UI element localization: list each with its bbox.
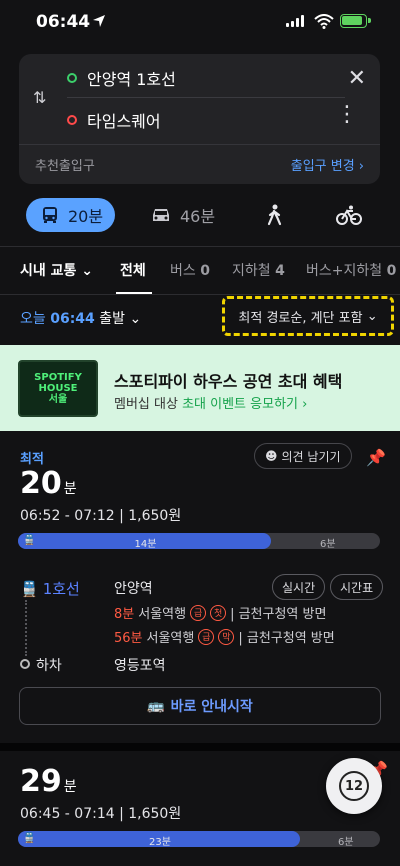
change-entrance-link[interactable]: 출입구 변경 › [291,155,364,174]
alight-station: 영등포역 [114,658,166,674]
ride-minutes: 14분 [134,539,157,550]
route-divider [67,97,345,98]
more-icon[interactable]: ⋮ [336,104,358,126]
route-input-card: ⇅ 안양역 1호선 타임스퀘어 ✕ ⋮ 추천출입구 출입구 변경 › [19,54,380,184]
alight-dot-icon [20,659,30,669]
tab-all[interactable]: 전체 [120,260,146,280]
car-time: 46분 [180,207,216,226]
timetable-button[interactable]: 시간표 [330,574,384,600]
ad-title: 스포티파이 하우스 공연 초대 혜택 [114,372,343,391]
last-train-badge: 막 [218,628,235,645]
tab-bus[interactable]: 버스 0 [170,260,210,280]
mode-transit-button[interactable]: 20분 [26,198,116,232]
route-line [25,600,27,656]
ad-subtitle: 멤버십 대상 초대 이벤트 응모하기 › [114,397,308,412]
entrance-footer: 추천출입구 출입구 변경 › [19,144,380,184]
destination-field[interactable]: 타임스퀘어 [67,108,161,132]
origin-field[interactable]: 안양역 1호선 [67,66,176,90]
divider [0,246,400,247]
boarding-station: 안양역 [114,581,153,597]
ride-minutes: 23분 [149,837,171,848]
walk-minutes: 6분 [320,539,336,550]
route-duration: 20 분 [20,466,77,501]
route-times-fare: 06:52 - 07:12 | 1,650원 [20,508,182,524]
origin-dot-icon [67,73,77,83]
tab-scope-dropdown[interactable]: 시내 교통 ⌄ [20,260,93,280]
battery-icon [340,14,371,28]
subway-icon: 🚆 [23,535,36,546]
feedback-button[interactable]: ☻ 의견 남기기 [254,443,352,469]
location-arrow-icon [93,15,105,27]
alight-label: 하차 [36,658,62,674]
express-badge: 급 [198,628,215,645]
realtime-button[interactable]: 실시간 [272,574,326,600]
sort-option-dropdown[interactable]: 최적 경로순, 계단 포함 ⌄ [222,296,394,336]
subway-icon: 🚆 [23,833,36,844]
arrival-info: 8분 서울역행 급 첫 | 금천구청역 방면 [114,603,326,622]
first-train-badge: 첫 [210,604,227,621]
swap-icon[interactable]: ⇅ [33,88,46,107]
close-icon[interactable]: ✕ [348,66,366,91]
line-label: 🚆 1호선 [20,579,80,599]
tab-bus-subway[interactable]: 버스+지하철 0 [306,260,396,280]
express-badge: 급 [190,604,207,621]
transit-time: 20분 [68,207,104,226]
destination-dot-icon [67,115,77,125]
destination-label: 타임스퀘어 [87,112,161,131]
route-duration: 29 분 [20,764,77,799]
route-times-fare: 06:45 - 07:14 | 1,650원 [20,806,182,822]
ad-banner[interactable]: SPOTIFY HOUSE 서울 스포티파이 하우스 공연 초대 혜택 멤버십 … [0,345,400,431]
bus-icon: 🚌 [147,698,165,714]
pin-icon[interactable]: 📌 [366,448,386,467]
clock-icon: 12 [339,771,369,801]
filter-tabs: 시내 교통 ⌄ 전체 버스 0 지하철 4 버스+지하철 0 [0,252,400,294]
recommended-entrance-label: 추천출입구 [35,159,95,174]
car-icon [153,209,169,221]
bike-icon [336,205,362,225]
mode-bike-button[interactable] [336,198,362,232]
arrival-info: 56분 서울역행 급 막 | 금천구청역 방면 [114,627,335,646]
tab-subway[interactable]: 지하철 4 [232,260,285,280]
status-time: 06:44 [36,12,91,32]
subway-icon: 🚆 [20,579,39,598]
smile-icon: ☻ [265,449,278,463]
status-bar: 06:44 [0,0,400,46]
time-machine-button[interactable]: 12 [326,758,382,814]
walk-minutes: 6분 [338,837,354,848]
bus-icon [43,207,57,223]
spotify-house-logo: SPOTIFY HOUSE 서울 [18,360,98,417]
mode-walk-button[interactable] [266,198,284,232]
mode-car-button[interactable]: 46분 [150,198,215,232]
cellular-signal-icon [286,15,304,27]
divider [0,294,400,295]
departure-time-selector[interactable]: 오늘 06:44 출발 ⌄ [20,308,141,328]
walk-icon [267,204,282,226]
wifi-icon [314,14,334,29]
origin-label: 안양역 1호선 [87,70,176,89]
best-route-badge: 최적 [20,452,44,467]
start-navigation-button[interactable]: 🚌 바로 안내시작 [19,687,381,725]
section-divider [0,743,400,751]
transport-mode-bar: 20분 46분 [0,198,400,234]
ad-event-link[interactable]: 초대 이벤트 응모하기 › [182,397,307,412]
